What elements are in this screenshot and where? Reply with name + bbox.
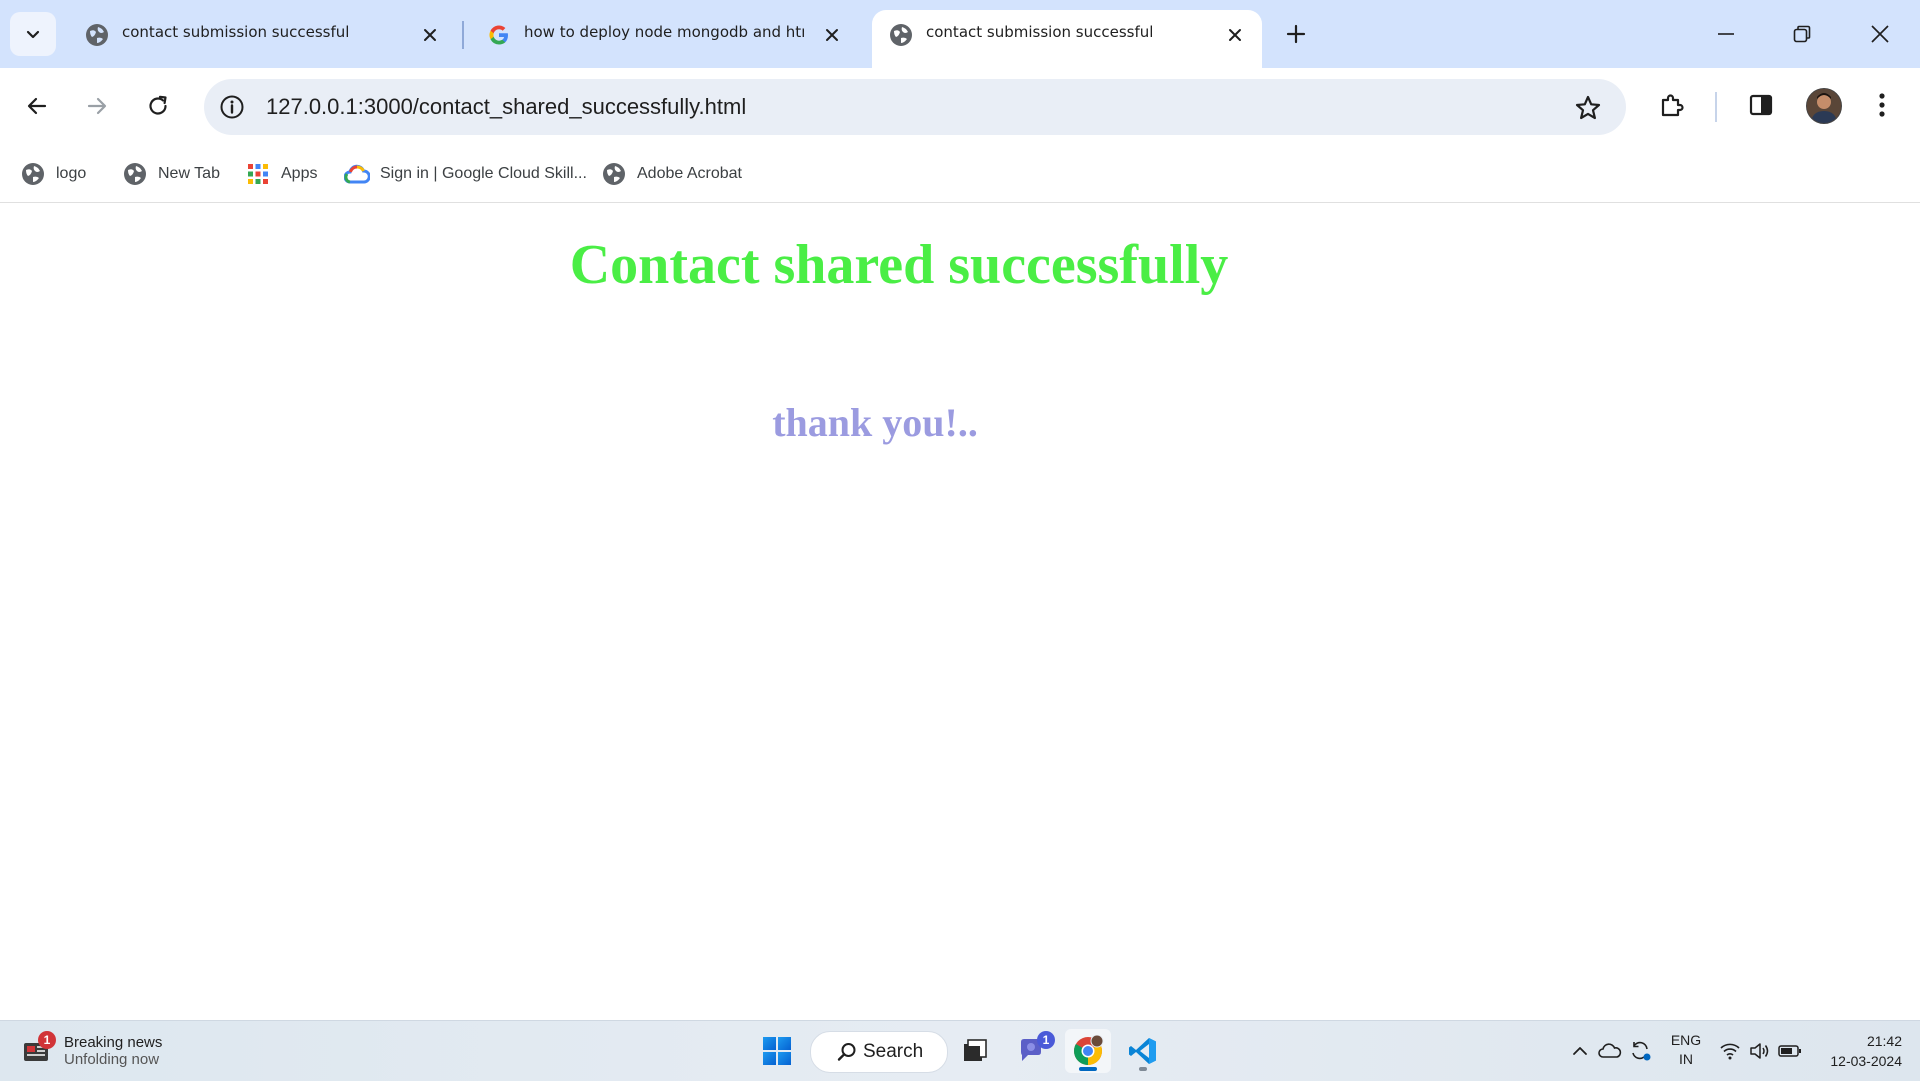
- taskbar-search-box[interactable]: Search: [810, 1031, 948, 1073]
- tab-strip: contact submission successful how to dep…: [0, 0, 1920, 68]
- tab-title: how to deploy node mongodb and html,c: [524, 23, 804, 41]
- notification-badge: 1: [1037, 1031, 1055, 1049]
- chrome-icon[interactable]: [1065, 1029, 1111, 1073]
- news-text: Breaking news Unfolding now: [64, 1034, 162, 1068]
- sync-icon[interactable]: [1628, 1039, 1652, 1063]
- globe-icon: [122, 161, 148, 187]
- tab-contact-submission-active[interactable]: contact submission successful: [872, 10, 1262, 68]
- news-widget[interactable]: 1 Breaking news Unfolding now: [22, 1029, 162, 1073]
- tab-separator: [462, 21, 464, 49]
- volume-icon[interactable]: [1748, 1039, 1772, 1063]
- region-code: IN: [1679, 1051, 1693, 1067]
- address-bar[interactable]: 127.0.0.1:3000/contact_shared_successful…: [204, 79, 1626, 135]
- active-indicator: [1079, 1067, 1097, 1071]
- bookmark-adobe-acrobat[interactable]: Adobe Acrobat: [601, 158, 742, 190]
- news-title: Breaking news: [64, 1034, 163, 1051]
- google-icon: [486, 22, 512, 48]
- apps-grid-icon: [245, 161, 271, 187]
- clock-date: 12-03-2024: [1830, 1053, 1902, 1069]
- minimize-icon[interactable]: [1708, 16, 1744, 52]
- bookmark-label: Sign in | Google Cloud Skill...: [380, 165, 587, 182]
- globe-icon: [601, 161, 627, 187]
- back-arrow-icon[interactable]: [18, 87, 56, 125]
- url-text[interactable]: 127.0.0.1:3000/contact_shared_successful…: [266, 94, 746, 120]
- site-info-icon[interactable]: [218, 93, 246, 121]
- onedrive-cloud-icon[interactable]: [1598, 1039, 1622, 1063]
- tab-title: contact submission successful: [122, 23, 350, 41]
- tab-search-button[interactable]: [10, 12, 56, 56]
- toolbar-separator: [1715, 92, 1717, 122]
- bookmark-google-cloud[interactable]: Sign in | Google Cloud Skill...: [344, 158, 587, 190]
- bookmark-star-icon[interactable]: [1572, 92, 1604, 124]
- close-window-icon[interactable]: [1862, 16, 1898, 52]
- chevron-down-icon: [26, 30, 40, 39]
- search-icon: [837, 1042, 857, 1062]
- globe-icon: [84, 22, 110, 48]
- close-icon[interactable]: [1221, 21, 1249, 49]
- page-content: Contact shared successfully thank you!..: [0, 203, 1920, 1020]
- forward-arrow-icon[interactable]: [78, 87, 116, 125]
- thank-you-message: thank you!..: [772, 400, 978, 445]
- windows-start-icon[interactable]: [754, 1029, 800, 1073]
- news-icon: 1: [22, 1031, 56, 1067]
- language-indicator[interactable]: ENG IN: [1668, 1031, 1704, 1069]
- bookmark-label: logo: [56, 165, 87, 182]
- running-indicator: [1139, 1067, 1147, 1071]
- close-icon[interactable]: [818, 21, 846, 49]
- tab-title: contact submission successful: [926, 23, 1154, 41]
- windows-taskbar: 1 Breaking news Unfolding now Search 1 E…: [0, 1020, 1920, 1081]
- bookmarks-bar: logo New Tab Apps Sign in | Google Cloud…: [0, 146, 1920, 203]
- page-title: Contact shared successfully: [569, 234, 1229, 296]
- kebab-menu-icon[interactable]: [1864, 87, 1900, 123]
- tab-how-to-deploy[interactable]: how to deploy node mongodb and html,c: [470, 10, 862, 68]
- news-subtitle: Unfolding now: [64, 1051, 160, 1068]
- restore-icon[interactable]: [1784, 16, 1820, 52]
- globe-icon: [20, 161, 46, 187]
- globe-icon: [888, 22, 914, 48]
- teams-chat-icon[interactable]: 1: [1010, 1029, 1056, 1073]
- wifi-icon[interactable]: [1718, 1039, 1742, 1063]
- chevron-up-icon[interactable]: [1568, 1039, 1592, 1063]
- task-view-icon[interactable]: [952, 1029, 998, 1073]
- google-cloud-icon: [344, 161, 370, 187]
- side-panel-icon[interactable]: [1743, 87, 1779, 123]
- taskbar-search-label: Search: [863, 1041, 924, 1062]
- new-tab-plus-icon[interactable]: [1280, 18, 1312, 50]
- notification-badge: 1: [38, 1031, 56, 1049]
- profile-avatar[interactable]: [1806, 88, 1842, 124]
- close-icon[interactable]: [416, 21, 444, 49]
- reload-icon[interactable]: [139, 87, 177, 125]
- bookmark-apps[interactable]: Apps: [245, 158, 317, 190]
- bookmark-label: Apps: [281, 165, 318, 182]
- battery-icon[interactable]: [1778, 1039, 1802, 1063]
- extensions-puzzle-icon[interactable]: [1654, 87, 1690, 123]
- language-code: ENG: [1670, 1032, 1702, 1048]
- tab-contact-submission-1[interactable]: contact submission successful: [68, 10, 460, 68]
- system-clock[interactable]: 21:42 12-03-2024: [1812, 1031, 1902, 1071]
- clock-time: 21:42: [1866, 1033, 1902, 1049]
- bookmark-label: New Tab: [158, 165, 220, 182]
- bookmark-label: Adobe Acrobat: [637, 165, 742, 182]
- bookmark-logo[interactable]: logo: [20, 158, 86, 190]
- vscode-icon[interactable]: [1120, 1029, 1166, 1073]
- bookmark-new-tab[interactable]: New Tab: [122, 158, 220, 190]
- browser-toolbar: 127.0.0.1:3000/contact_shared_successful…: [0, 68, 1920, 146]
